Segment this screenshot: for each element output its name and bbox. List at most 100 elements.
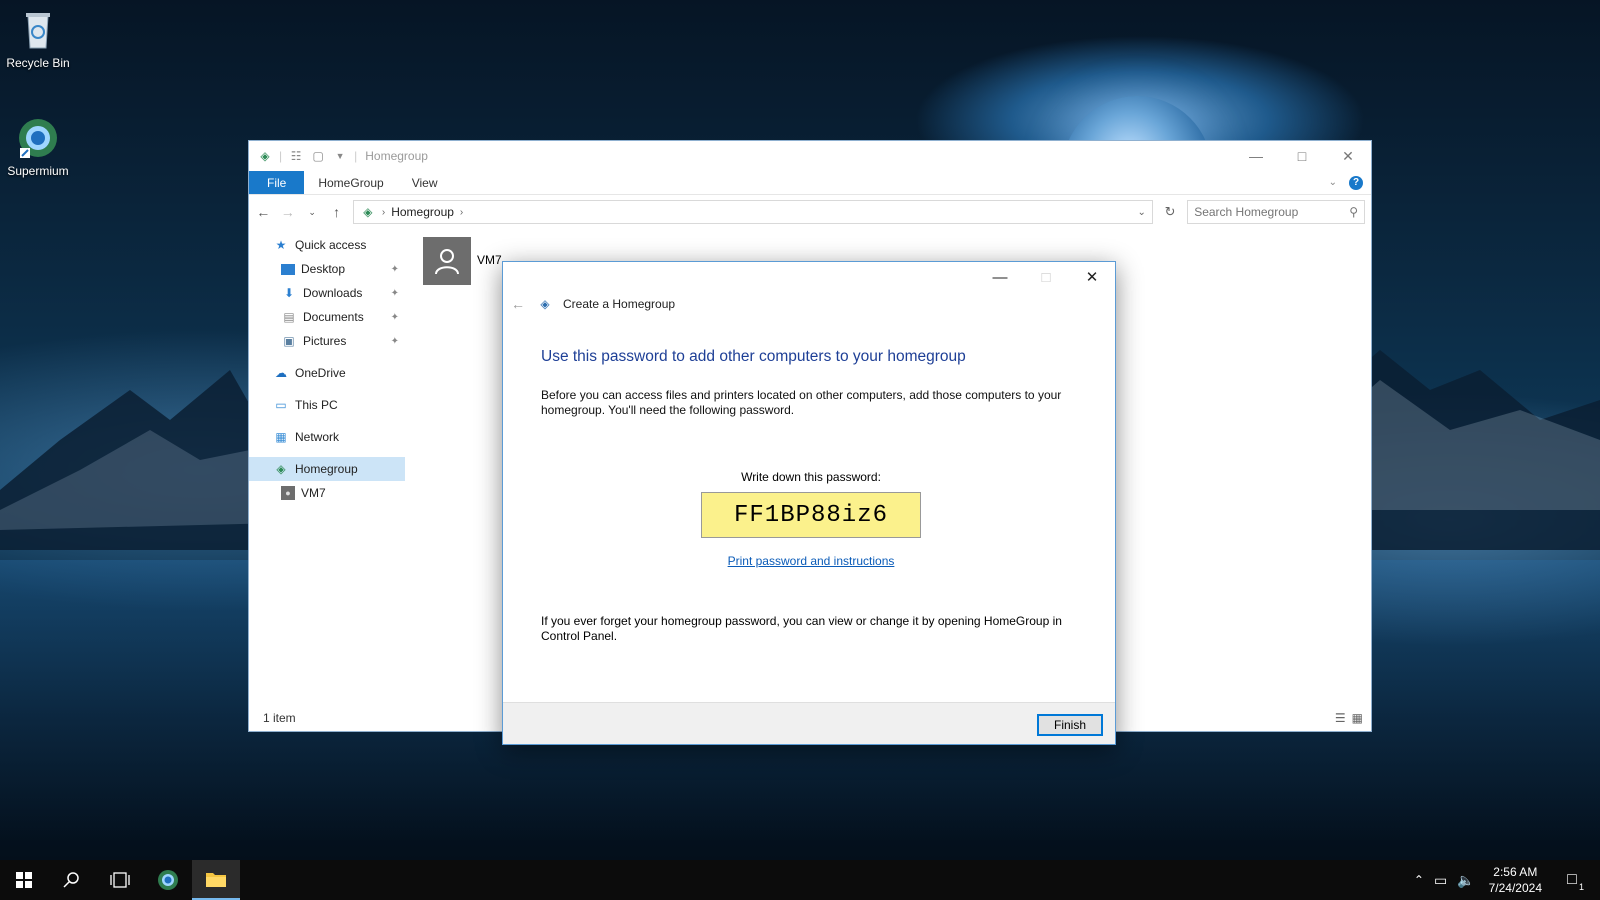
desktop-icon-recycle-bin[interactable]: Recycle Bin — [0, 8, 76, 70]
desktop-icon-label: Recycle Bin — [6, 56, 70, 70]
recycle-bin-icon — [16, 8, 60, 52]
expand-ribbon-chevron-icon[interactable]: ⌄ — [1329, 177, 1337, 188]
back-arrow-icon[interactable]: ← — [255, 204, 271, 220]
dialog-maximize-button: □ — [1041, 268, 1051, 286]
quick-access-toolbar: ◈ | ☷ ▢ ▼ | — [257, 148, 357, 164]
create-homegroup-dialog: — □ ✕ ← ◈ Create a Homegroup Use this pa… — [502, 261, 1116, 745]
search-icon[interactable]: ⚲ — [1349, 205, 1358, 219]
computer-icon: ▭ — [275, 398, 287, 412]
notification-count: 1 — [1578, 882, 1584, 892]
nav-item-desktop[interactable]: Desktop ✦ — [249, 257, 405, 281]
details-view-icon[interactable]: ☰ — [1335, 711, 1346, 725]
search-icon — [63, 872, 79, 888]
up-arrow-icon[interactable]: ↑ — [328, 204, 344, 220]
breadcrumb-chevron-icon[interactable]: › — [460, 207, 463, 218]
minimize-button[interactable]: — — [1233, 141, 1279, 171]
desktop-icon-supermium[interactable]: Supermium — [0, 116, 76, 178]
taskbar-file-explorer-button[interactable] — [192, 860, 240, 900]
taskbar-supermium-button[interactable] — [144, 860, 192, 900]
nav-label: OneDrive — [295, 366, 346, 380]
address-dropdown-chevron-icon[interactable]: ⌄ — [1137, 207, 1145, 218]
windows-logo-icon — [16, 872, 32, 888]
dialog-close-button[interactable]: ✕ — [1069, 262, 1115, 292]
star-icon: ★ — [275, 238, 287, 252]
dialog-minimize-button[interactable]: — — [977, 262, 1023, 292]
large-icons-view-icon[interactable]: ▦ — [1352, 711, 1363, 725]
user-icon: ● — [281, 486, 295, 500]
explorer-titlebar[interactable]: ◈ | ☷ ▢ ▼ | Homegroup — □ ✕ — [249, 141, 1371, 171]
nav-item-downloads[interactable]: ⬇ Downloads ✦ — [249, 281, 405, 305]
close-button[interactable]: ✕ — [1325, 141, 1371, 171]
documents-icon: ▤ — [283, 310, 295, 324]
clock-date: 7/24/2024 — [1488, 881, 1542, 895]
password-label: Write down this password: — [741, 470, 881, 484]
instructions-text: Before you can access files and printers… — [541, 388, 1062, 417]
download-arrow-icon: ⬇ — [283, 286, 295, 300]
nav-label: Desktop — [301, 262, 346, 276]
search-input[interactable] — [1194, 205, 1350, 219]
member-label: VM7 — [477, 253, 502, 267]
nav-item-documents[interactable]: ▤ Documents ✦ — [249, 305, 405, 329]
start-button[interactable] — [0, 860, 48, 900]
tab-view[interactable]: View — [398, 171, 452, 194]
new-folder-icon[interactable]: ▢ — [310, 148, 326, 164]
network-status-icon[interactable]: ▭ — [1434, 872, 1447, 889]
supermium-browser-icon — [158, 870, 178, 890]
nav-label: Homegroup — [295, 462, 358, 476]
nav-label: Quick access — [295, 238, 367, 252]
dialog-heading: Use this password to add other computers… — [541, 348, 966, 365]
dialog-window-controls: — □ ✕ — [977, 262, 1115, 292]
separator: | — [279, 149, 283, 163]
nav-item-homegroup[interactable]: ◈ Homegroup — [249, 457, 405, 481]
dialog-body: Use this password to add other computers… — [541, 348, 1081, 644]
maximize-button[interactable]: □ — [1279, 141, 1325, 171]
print-password-link[interactable]: Print password and instructions — [541, 554, 1081, 568]
clock[interactable]: 2:56 AM 7/24/2024 — [1489, 864, 1542, 896]
refresh-icon[interactable]: ↻ — [1161, 204, 1179, 220]
task-view-button[interactable] — [96, 860, 144, 900]
customize-toolbar-chevron-icon[interactable]: ▼ — [332, 148, 348, 164]
dialog-header: ← ◈ Create a Homegroup — [511, 296, 675, 312]
nav-label: Downloads — [303, 286, 363, 300]
properties-icon[interactable]: ☷ — [288, 148, 304, 164]
supermium-browser-icon — [16, 116, 60, 160]
dialog-footer: Finish — [503, 702, 1115, 744]
taskbar: ⌃ ▭ 🔈 2:56 AM 7/24/2024 □ 1 — [0, 860, 1600, 900]
view-buttons: ☰ ▦ — [1335, 711, 1363, 725]
nav-item-network[interactable]: ▦ Network — [249, 425, 405, 449]
ribbon-tabs: File HomeGroup View ⌄ ? — [249, 171, 1371, 195]
network-icon: ▦ — [275, 430, 287, 444]
nav-item-pictures[interactable]: ▣ Pictures ✦ — [249, 329, 405, 353]
nav-item-onedrive[interactable]: ☁ OneDrive — [249, 361, 405, 385]
finish-button[interactable]: Finish — [1037, 714, 1103, 736]
pin-icon: ✦ — [390, 335, 399, 347]
task-view-icon — [110, 872, 130, 888]
address-row: ← → ⌄ ↑ ◈ › Homegroup › ⌄ ↻ ⚲ — [249, 195, 1371, 229]
pin-icon: ✦ — [390, 311, 399, 323]
nav-item-vm7[interactable]: ● VM7 — [249, 481, 405, 505]
breadcrumb-chevron-icon[interactable]: › — [382, 207, 385, 218]
status-item-count: 1 item — [263, 711, 296, 725]
tab-homegroup[interactable]: HomeGroup — [304, 171, 397, 194]
homegroup-icon: ◈ — [363, 205, 373, 219]
breadcrumb-homegroup[interactable]: Homegroup — [391, 205, 454, 219]
homegroup-member-tile[interactable]: VM7 — [423, 237, 502, 285]
nav-item-quick-access[interactable]: ★ Quick access — [249, 233, 405, 257]
ribbon-right-controls: ⌄ ? — [1329, 171, 1371, 194]
nav-item-this-pc[interactable]: ▭ This PC — [249, 393, 405, 417]
action-center-button[interactable]: □ 1 — [1552, 860, 1592, 900]
navigation-pane: ★ Quick access Desktop ✦ ⬇ Downloads ✦ ▤… — [249, 233, 405, 703]
content-area: VM7 — [423, 237, 502, 285]
back-arrow-icon[interactable]: ← — [511, 296, 527, 312]
dialog-title: Create a Homegroup — [563, 297, 676, 311]
volume-muted-icon[interactable]: 🔈 — [1457, 872, 1474, 889]
search-taskbar-button[interactable] — [48, 860, 96, 900]
search-box[interactable]: ⚲ — [1187, 200, 1365, 224]
show-hidden-icons-chevron-icon[interactable]: ⌃ — [1414, 873, 1424, 887]
help-icon[interactable]: ? — [1349, 175, 1363, 190]
address-bar[interactable]: ◈ › Homegroup › ⌄ — [352, 200, 1153, 224]
homegroup-wizard-icon: ◈ — [540, 297, 550, 311]
recent-locations-chevron-icon[interactable]: ⌄ — [304, 207, 320, 218]
forward-arrow-icon[interactable]: → — [279, 204, 295, 220]
tab-file[interactable]: File — [249, 171, 305, 194]
